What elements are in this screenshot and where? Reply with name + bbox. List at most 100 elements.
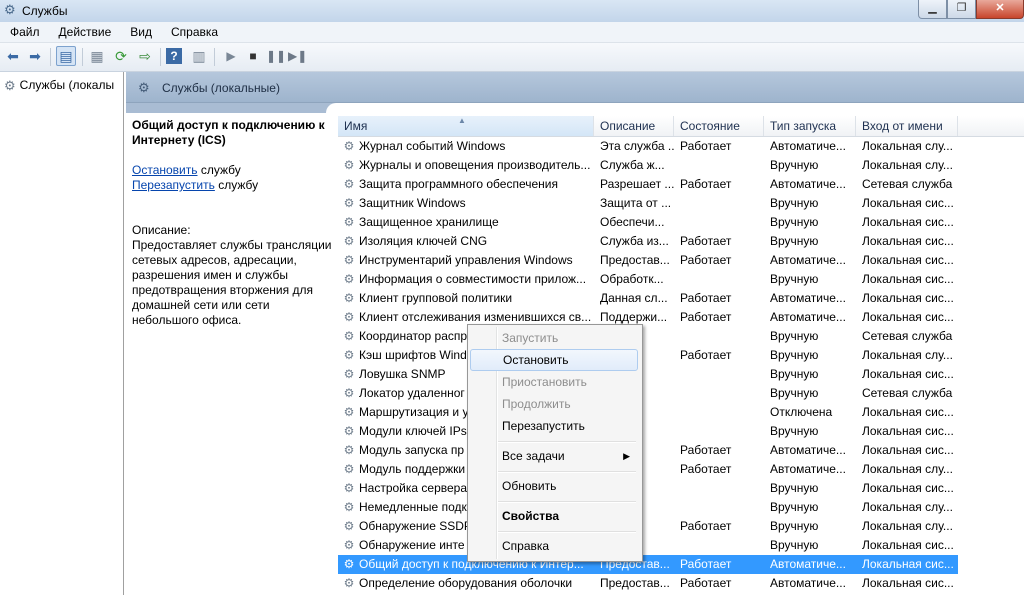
service-name: Клиент групповой политики [359,291,513,305]
back-arrow-icon[interactable]: ⬅ [4,47,22,65]
service-status [680,384,764,403]
menu-bar: Файл Действие Вид Справка [0,22,1024,43]
column-description[interactable]: Описание [594,116,674,136]
service-gear-icon: ⚙ [343,386,355,400]
stop-service-link[interactable]: Остановить [132,163,198,177]
table-row[interactable]: ⚙ Журнал событий Windows Эта служба ... Раб… [338,137,958,156]
menu-separator [498,531,636,533]
service-status [680,422,764,441]
context-restart[interactable]: Перезапустить [470,415,638,437]
toolbar-separator [82,48,83,66]
minimize-button[interactable]: ▁ [918,0,947,19]
table-row[interactable]: ⚙ Общий доступ к подключению к Интер... Пр… [338,555,958,574]
table-row[interactable]: ⚙ Модуль поддержки Работает Автоматиче... Ло… [338,460,958,479]
table-row[interactable]: ⚙ Кэш шрифтов Wind Работает Вручную Локальна… [338,346,958,365]
context-properties[interactable]: Свойства [470,505,638,527]
column-log-on-as[interactable]: Вход от имени [856,116,958,136]
menu-view[interactable]: Вид [120,22,161,42]
table-row[interactable]: ⚙ Координатор распр Вручную Сетевая служба [338,327,958,346]
service-description: Предостав... [600,576,670,590]
stop-suffix: службу [197,163,241,177]
help-icon[interactable]: ? [166,48,182,64]
tree-item-services[interactable]: ⚙ Службы (локалы [4,78,114,92]
column-name[interactable]: Имя ▲ [338,116,594,136]
pause-service-icon[interactable]: ❚❚ [266,47,286,65]
service-startup-type: Вручную [770,348,819,362]
service-log-on-as: Локальная сис... [862,234,954,248]
start-service-icon[interactable]: ▶ [222,47,240,65]
maximize-button[interactable]: ❐ [947,0,976,19]
table-row[interactable]: ⚙Модули ключей IPsIK...ВручнуюЛокальная … [338,422,958,441]
menu-help[interactable]: Справка [161,22,227,42]
service-gear-icon: ⚙ [343,481,355,495]
close-button[interactable]: ✕ [976,0,1024,19]
table-row[interactable]: ⚙ Ловушка SNMP Вручную Локальная сис... [338,365,958,384]
column-startup-type[interactable]: Тип запуска [764,116,856,136]
service-startup-type: Вручную [770,234,819,248]
table-row[interactable]: ⚙ Обнаружение SSDP Работает Вручную Локальна… [338,517,958,536]
toolbar: ⬅ ➡ ▤ ▦ ⟳ ⇨ ? ▥ ▶ ■ ❚❚ ▶❚ [0,43,1024,72]
table-row[interactable]: ⚙ Защитник Windows Защита от ... Вручную Лок… [338,194,958,213]
table-row[interactable]: ⚙ Немедленные подк Вручную Локальная слу... [338,498,958,517]
service-startup-type: Отключена [770,405,833,419]
table-row[interactable]: ⚙ Журналы и оповещения производитель... Сл… [338,156,958,175]
table-row[interactable]: ⚙Модуль запуска прD...РаботаетАвтоматиче… [338,441,958,460]
service-name-cell: ⚙ Защитник Windows [342,194,594,213]
table-row[interactable]: ⚙ Защищенное хранилище Обеспечи... Вручную Л… [338,213,958,232]
table-row[interactable]: ⚙ Изоляция ключей CNG Служба из... Работает… [338,232,958,251]
table-row[interactable]: ⚙ Клиент отслеживания изменившихся св... П… [338,308,958,327]
service-description: Защита от ... [600,196,672,210]
table-row[interactable]: ⚙ Инструментарий управления Windows Предос… [338,251,958,270]
service-name: Журнал событий Windows [359,139,506,153]
service-gear-icon: ⚙ [343,519,355,533]
export-list-icon[interactable]: ⇨ [136,47,154,65]
table-row[interactable]: ⚙ Настройка сервера Вручную Локальная сис..… [338,479,958,498]
service-log-on-as: Локальная сис... [862,291,954,305]
context-help[interactable]: Справка [470,535,638,557]
service-name-cell: ⚙ Защита программного обеспечения [342,175,594,194]
forward-arrow-icon[interactable]: ➡ [26,47,44,65]
service-name: Кэш шрифтов Wind [359,348,467,362]
column-status[interactable]: Состояние [674,116,764,136]
service-gear-icon: ⚙ [343,367,355,381]
table-row[interactable]: ⚙ Клиент групповой политики Данная сл... Ра… [338,289,958,308]
menu-file[interactable]: Файл [0,22,49,42]
service-log-on-as: Локальная слу... [862,158,953,172]
context-refresh[interactable]: Обновить [470,475,638,497]
table-row[interactable]: ⚙ Определение оборудования оболочки Предос… [338,574,958,593]
show-hide-tree-icon[interactable]: ▤ [56,46,76,66]
restart-service-link[interactable]: Перезапустить [132,178,215,192]
context-pause: Приостановить [502,375,587,389]
context-all-tasks[interactable]: Все задачи ▶ [470,445,638,467]
service-name-cell: ⚙ Инструментарий управления Windows [342,251,594,270]
stop-service-icon[interactable]: ■ [244,47,262,65]
menu-action[interactable]: Действие [49,22,121,42]
service-gear-icon: ⚙ [343,576,355,590]
service-name: Определение оборудования оболочки [359,576,573,590]
service-gear-icon: ⚙ [343,405,355,419]
table-row[interactable]: ⚙Обнаружение интее...ВручнуюЛокальная си… [338,536,958,555]
service-log-on-as: Локальная сис... [862,538,954,552]
service-gear-icon: ⚙ [343,272,355,286]
table-row[interactable]: ⚙ Маршрутизация и у Отключена Локальная сис… [338,403,958,422]
service-startup-type: Вручную [770,196,819,210]
table-row[interactable]: ⚙ Информация о совместимости прилож... Обр… [338,270,958,289]
context-menu: Запустить Остановить Приостановить Продо… [467,324,643,562]
service-gear-icon: ⚙ [343,139,355,153]
action-pane-icon[interactable]: ▥ [190,47,208,65]
table-row[interactable]: ⚙Локатор удаленногowsВручнуюСетевая служ… [338,384,958,403]
service-description: Эта служба ... [600,139,674,153]
service-status [680,403,764,422]
context-stop[interactable]: Остановить [470,349,638,371]
column-header: Имя ▲ Описание Состояние Тип запуска Вход… [338,116,1024,137]
service-startup-type: Автоматиче... [770,443,846,457]
refresh-icon[interactable]: ⟳ [112,47,130,65]
table-row[interactable]: ⚙ Защита программного обеспечения Разрешае… [338,175,958,194]
description-label: Описание: [132,223,191,237]
service-status [680,536,764,555]
properties-sheet-icon[interactable]: ▦ [88,47,106,65]
service-status [680,213,764,232]
restart-service-icon[interactable]: ▶❚ [288,47,307,65]
tree-item-label: Службы (локалы [19,78,115,92]
service-name: Локатор удаленног [359,386,465,400]
